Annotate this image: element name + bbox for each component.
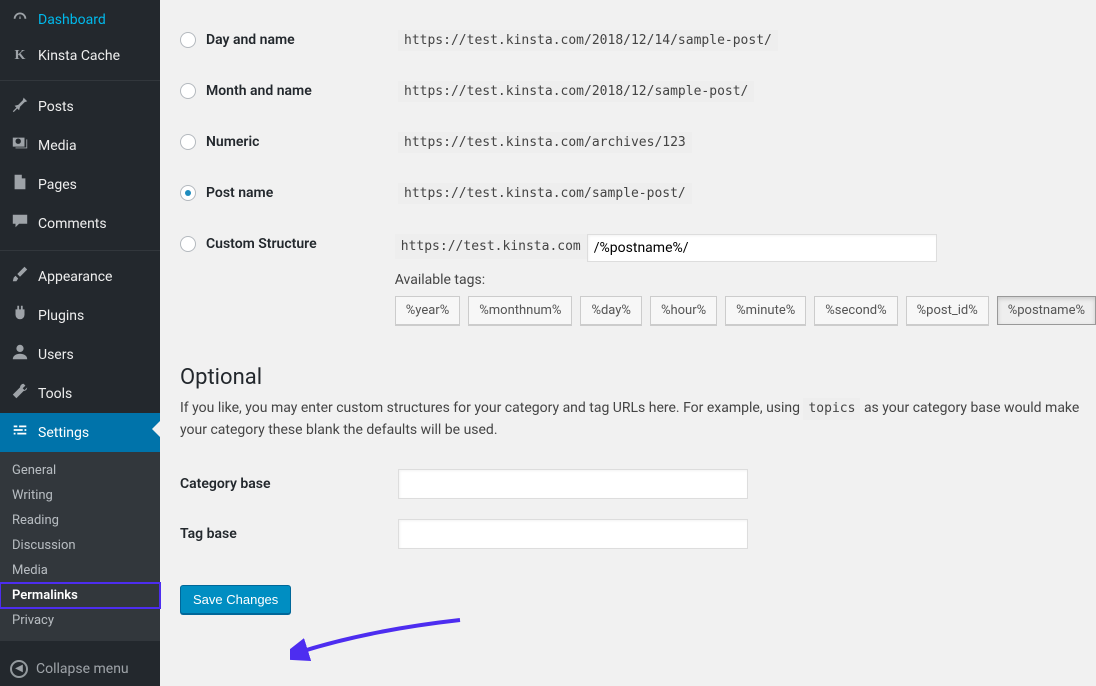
radio-month-and-name[interactable] [180, 83, 196, 99]
collapse-menu-button[interactable]: ◀ Collapse menu [0, 652, 160, 686]
sidebar-item-plugins[interactable]: Plugins [0, 296, 160, 335]
sidebar-item-comments[interactable]: Comments [0, 204, 160, 243]
permalink-sample: https://test.kinsta.com/sample-post/ [398, 183, 692, 204]
permalink-sample: https://test.kinsta.com/2018/12/14/sampl… [398, 30, 778, 51]
settings-submenu: General Writing Reading Discussion Media… [0, 452, 160, 641]
category-base-input[interactable] [398, 469, 748, 499]
sidebar-item-kinsta-cache[interactable]: K Kinsta Cache [0, 39, 160, 73]
available-tags-label: Available tags: [395, 272, 1096, 288]
admin-sidebar: Dashboard K Kinsta Cache Posts Media Pag… [0, 0, 160, 686]
tag-post-id[interactable]: %post_id% [906, 296, 989, 325]
wrench-icon [10, 382, 30, 405]
option-label: Month and name [206, 83, 312, 99]
permalink-option-custom: Custom Structure https://test.kinsta.com… [180, 220, 1096, 341]
plug-icon [10, 304, 30, 327]
comment-icon [10, 212, 30, 235]
radio-day-and-name[interactable] [180, 32, 196, 48]
page-icon [10, 173, 30, 196]
tag-monthnum[interactable]: %monthnum% [468, 296, 572, 325]
category-base-row: Category base [180, 451, 1096, 501]
sidebar-label: Pages [38, 176, 77, 194]
sidebar-item-appearance[interactable]: Appearance [0, 257, 160, 296]
option-label: Post name [206, 185, 273, 201]
custom-prefix: https://test.kinsta.com [395, 234, 587, 259]
sidebar-label: Tools [38, 385, 72, 403]
tag-base-row: Tag base [180, 501, 1096, 551]
option-label: Numeric [206, 134, 259, 150]
sidebar-separator [0, 246, 160, 251]
permalink-option-day-and-name: Day and name https://test.kinsta.com/201… [180, 16, 1096, 67]
sidebar-separator [0, 76, 160, 81]
annotation-arrow [290, 610, 470, 670]
collapse-label: Collapse menu [36, 661, 129, 677]
sidebar-label: Posts [38, 98, 74, 116]
sidebar-label: Settings [38, 424, 89, 442]
pin-icon [10, 95, 30, 118]
permalink-sample: https://test.kinsta.com/archives/123 [398, 132, 692, 153]
submenu-item-media[interactable]: Media [0, 558, 160, 583]
sidebar-label: Users [38, 346, 74, 364]
permalink-sample: https://test.kinsta.com/2018/12/sample-p… [398, 81, 754, 102]
radio-numeric[interactable] [180, 134, 196, 150]
sidebar-label: Media [38, 137, 77, 155]
sidebar-item-pages[interactable]: Pages [0, 165, 160, 204]
custom-structure-input[interactable] [587, 234, 937, 262]
save-changes-button[interactable]: Save Changes [180, 585, 291, 614]
optional-heading: Optional [180, 365, 1096, 390]
tag-base-label: Tag base [180, 526, 398, 542]
sidebar-item-dashboard[interactable]: Dashboard [0, 0, 160, 39]
sidebar-label: Comments [38, 215, 107, 233]
available-tags: %year% %monthnum% %day% %hour% %minute% … [395, 296, 1096, 325]
tag-second[interactable]: %second% [814, 296, 897, 325]
submenu-item-reading[interactable]: Reading [0, 508, 160, 533]
permalink-option-post-name: Post name https://test.kinsta.com/sample… [180, 169, 1096, 220]
permalink-option-month-and-name: Month and name https://test.kinsta.com/2… [180, 67, 1096, 118]
tag-minute[interactable]: %minute% [725, 296, 806, 325]
tag-year[interactable]: %year% [395, 296, 460, 325]
sidebar-label: Dashboard [38, 11, 106, 29]
dashboard-icon [10, 8, 30, 31]
radio-custom[interactable] [180, 236, 196, 252]
sidebar-label: Appearance [38, 268, 112, 286]
sidebar-label: Kinsta Cache [38, 47, 120, 65]
submenu-item-permalinks[interactable]: Permalinks [0, 583, 160, 608]
sidebar-item-settings[interactable]: Settings [0, 413, 160, 452]
sidebar-item-media[interactable]: Media [0, 126, 160, 165]
tag-hour[interactable]: %hour% [650, 296, 717, 325]
sidebar-item-posts[interactable]: Posts [0, 87, 160, 126]
submenu-item-discussion[interactable]: Discussion [0, 533, 160, 558]
tag-base-input[interactable] [398, 519, 748, 549]
collapse-icon: ◀ [10, 660, 28, 678]
media-icon [10, 134, 30, 157]
option-label: Day and name [206, 32, 295, 48]
submenu-item-general[interactable]: General [0, 458, 160, 483]
tag-postname[interactable]: %postname% [997, 296, 1096, 325]
brush-icon [10, 265, 30, 288]
category-base-label: Category base [180, 476, 398, 492]
example-code: topics [803, 398, 860, 420]
submenu-item-writing[interactable]: Writing [0, 483, 160, 508]
radio-post-name[interactable] [180, 185, 196, 201]
sliders-icon [10, 421, 30, 444]
sidebar-item-tools[interactable]: Tools [0, 374, 160, 413]
user-icon [10, 343, 30, 366]
main-content: Day and name https://test.kinsta.com/201… [160, 0, 1096, 686]
optional-description: If you like, you may enter custom struct… [180, 398, 1096, 441]
sidebar-label: Plugins [38, 307, 84, 325]
kinsta-icon: K [10, 47, 30, 65]
permalink-option-numeric: Numeric https://test.kinsta.com/archives… [180, 118, 1096, 169]
tag-day[interactable]: %day% [580, 296, 642, 325]
sidebar-item-users[interactable]: Users [0, 335, 160, 374]
submenu-item-privacy[interactable]: Privacy [0, 608, 160, 633]
option-label: Custom Structure [206, 236, 317, 252]
